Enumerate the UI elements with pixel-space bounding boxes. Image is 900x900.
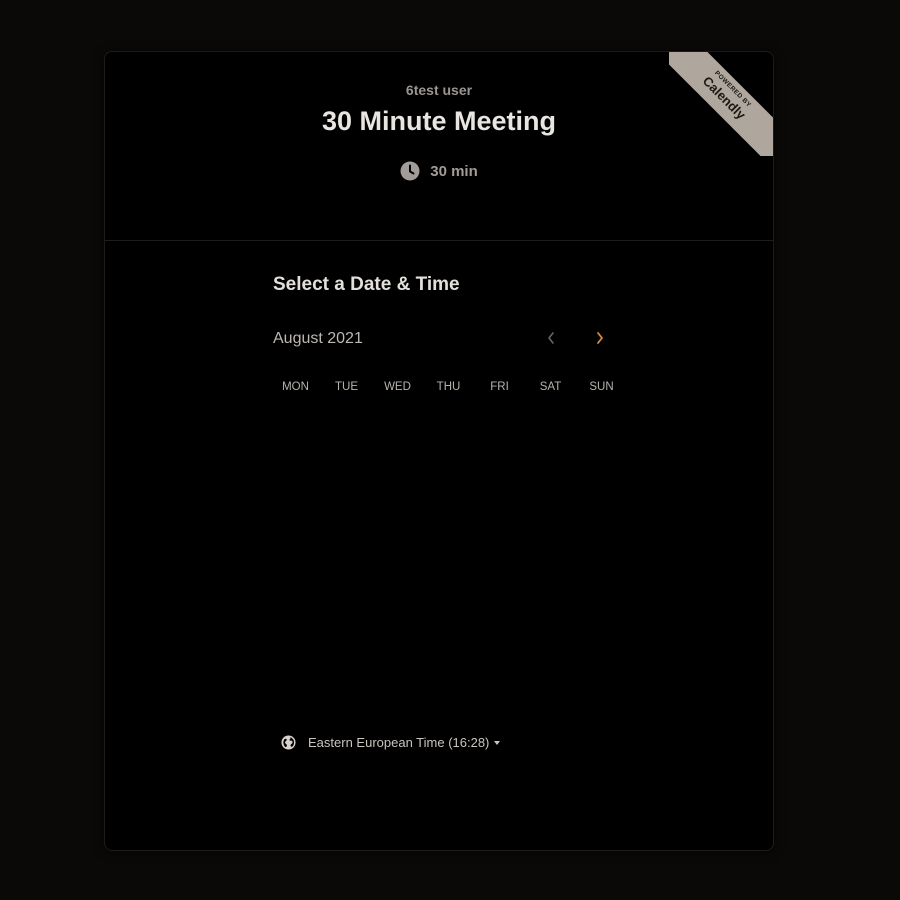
weekday-fri: FRI: [490, 381, 509, 393]
weekday-sat: SAT: [539, 381, 562, 393]
powered-by-ribbon[interactable]: POWERED BY Calendly: [669, 52, 773, 156]
select-date-heading: Select a Date & Time: [273, 274, 460, 295]
duration-label: 30 min: [430, 162, 478, 180]
chevron-left-icon: [546, 331, 556, 350]
weekday-tue: TUE: [335, 381, 358, 393]
globe-icon: [281, 735, 296, 750]
weekday-wed: WED: [384, 381, 411, 393]
timezone-selector[interactable]: Eastern European Time (16:28): [281, 735, 501, 750]
calendly-brand: Calendly: [699, 73, 749, 123]
current-month: August 2021: [273, 330, 363, 347]
timezone-label: Eastern European Time (16:28): [308, 735, 490, 750]
powered-by-badge[interactable]: POWERED BY Calendly: [669, 52, 773, 156]
clock-icon: [400, 161, 420, 181]
weekday-header: MON TUE WED THU FRI SAT SUN: [270, 381, 627, 393]
caret-down-icon: [494, 740, 501, 745]
weekday-sun: SUN: [589, 381, 614, 393]
next-month-button[interactable]: [584, 324, 616, 356]
weekday-thu: THU: [436, 381, 461, 393]
chevron-right-icon: [595, 331, 605, 350]
previous-month-button[interactable]: [535, 324, 567, 356]
event-duration: 30 min: [105, 161, 773, 181]
booking-card: 6test user 30 Minute Meeting 30 min POWE…: [104, 51, 774, 851]
weekday-mon: MON: [282, 381, 309, 393]
month-navigation: August 2021: [273, 330, 611, 352]
